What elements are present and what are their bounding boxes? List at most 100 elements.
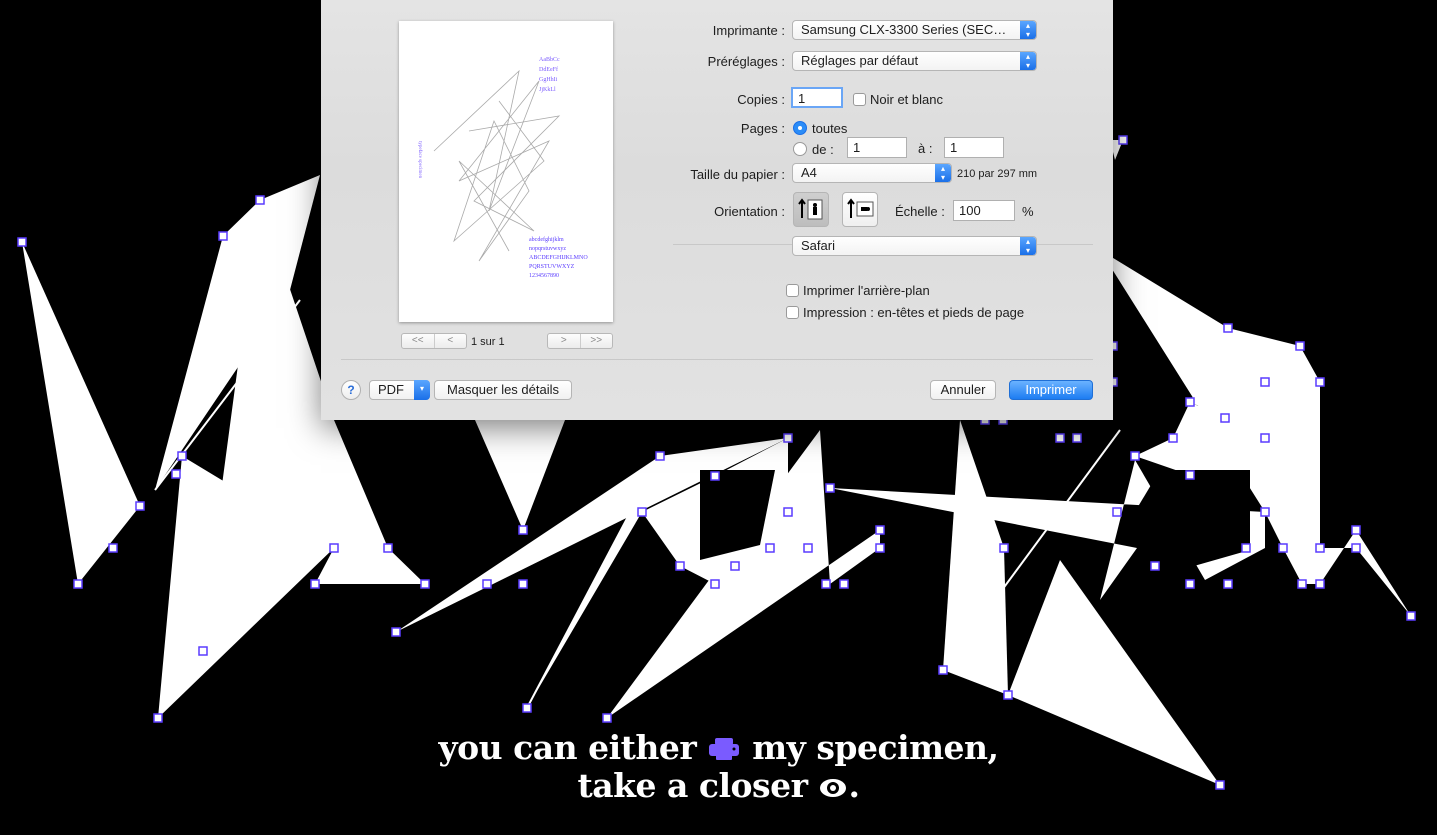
edit-handle[interactable]	[135, 501, 145, 511]
preview-line: PQRSTUVWXYZ	[529, 264, 575, 270]
edit-handle[interactable]	[730, 561, 740, 571]
edit-handle[interactable]	[1295, 341, 1305, 351]
last-page-button[interactable]: >>	[581, 334, 613, 348]
edit-handle[interactable]	[1260, 377, 1270, 387]
edit-handle[interactable]	[1072, 433, 1082, 443]
help-button[interactable]: ?	[341, 380, 361, 400]
edit-handle[interactable]	[482, 579, 492, 589]
edit-handle[interactable]	[420, 579, 430, 589]
portrait-button[interactable]	[793, 192, 829, 227]
app-options-select[interactable]: Safari ▴ ▾	[792, 236, 1037, 256]
edit-handle[interactable]	[1220, 413, 1230, 423]
print-button[interactable]: Imprimer	[1009, 380, 1093, 400]
edit-handle[interactable]	[637, 507, 647, 517]
edit-handle[interactable]	[602, 713, 612, 723]
edit-handle[interactable]	[875, 525, 885, 535]
edit-handle[interactable]	[1241, 543, 1251, 553]
print-background-checkbox[interactable]	[786, 284, 799, 297]
printer-icon[interactable]	[707, 731, 741, 770]
black-white-checkbox[interactable]	[853, 93, 866, 106]
edit-handle[interactable]	[518, 579, 528, 589]
edit-handle[interactable]	[1223, 323, 1233, 333]
headers-footers-checkbox[interactable]	[786, 306, 799, 319]
popup-arrows-icon: ▴ ▾	[935, 164, 951, 182]
paper-select[interactable]: A4 ▴ ▾	[792, 163, 952, 183]
scale-input[interactable]: 100	[953, 200, 1015, 221]
edit-handle[interactable]	[938, 665, 948, 675]
edit-handle[interactable]	[1260, 507, 1270, 517]
edit-handle[interactable]	[1130, 451, 1140, 461]
edit-handle[interactable]	[1351, 525, 1361, 535]
edit-handle[interactable]	[73, 579, 83, 589]
edit-handle[interactable]	[1297, 579, 1307, 589]
edit-handle[interactable]	[765, 543, 775, 553]
headers-footers-label: Impression : en-têtes et pieds de page	[803, 305, 1025, 320]
edit-handle[interactable]	[1185, 397, 1195, 407]
edit-handle[interactable]	[825, 483, 835, 493]
edit-handle[interactable]	[171, 469, 181, 479]
edit-handle[interactable]	[310, 579, 320, 589]
edit-handle[interactable]	[783, 507, 793, 517]
glyph-shape	[475, 420, 565, 530]
edit-handle[interactable]	[177, 451, 187, 461]
edit-handle[interactable]	[1406, 611, 1416, 621]
edit-handle[interactable]	[1315, 543, 1325, 553]
presets-value: Réglages par défaut	[801, 53, 919, 68]
edit-handle[interactable]	[875, 543, 885, 553]
copies-input[interactable]: 1	[791, 87, 843, 108]
edit-handle[interactable]	[655, 451, 665, 461]
edit-handle[interactable]	[783, 433, 793, 443]
edit-handle[interactable]	[1150, 561, 1160, 571]
eye-icon[interactable]	[818, 769, 848, 808]
edit-handle[interactable]	[710, 471, 720, 481]
cancel-button[interactable]: Annuler	[930, 380, 996, 400]
edit-handle[interactable]	[1185, 470, 1195, 480]
chevron-down-icon: ▾	[414, 380, 430, 400]
edit-handle[interactable]	[675, 561, 685, 571]
first-page-button[interactable]: <<	[402, 334, 435, 348]
edit-handle[interactable]	[1168, 433, 1178, 443]
edit-handle[interactable]	[803, 543, 813, 553]
edit-handle[interactable]	[198, 646, 208, 656]
edit-handle[interactable]	[522, 703, 532, 713]
edit-handle[interactable]	[1118, 135, 1128, 145]
edit-handle[interactable]	[391, 627, 401, 637]
edit-handle[interactable]	[1351, 543, 1361, 553]
edit-handle[interactable]	[108, 543, 118, 553]
paper-dimensions: 210 par 297 mm	[957, 168, 1038, 180]
edit-handle[interactable]	[821, 579, 831, 589]
edit-handle[interactable]	[255, 195, 265, 205]
edit-handle[interactable]	[1315, 377, 1325, 387]
edit-handle[interactable]	[999, 543, 1009, 553]
edit-handle[interactable]	[1003, 690, 1013, 700]
pages-from-label: de :	[812, 142, 834, 157]
prev-page-button[interactable]: <	[435, 334, 467, 348]
edit-handle[interactable]	[710, 579, 720, 589]
edit-handle[interactable]	[1223, 579, 1233, 589]
printer-select[interactable]: Samsung CLX-3300 Series (SEC… ▴ ▾	[792, 20, 1037, 40]
edit-handle[interactable]	[17, 237, 27, 247]
caption-line-2: take a closer .	[0, 766, 1437, 808]
pdf-menu-button[interactable]: PDF ▾	[369, 380, 430, 400]
landscape-button[interactable]	[842, 192, 878, 227]
edit-handle[interactable]	[329, 543, 339, 553]
edit-handle[interactable]	[383, 543, 393, 553]
edit-handle[interactable]	[839, 579, 849, 589]
edit-handle[interactable]	[218, 231, 228, 241]
presets-select[interactable]: Réglages par défaut ▴ ▾	[792, 51, 1037, 71]
edit-handle[interactable]	[1055, 433, 1065, 443]
pages-from-input[interactable]: 1	[847, 137, 907, 158]
edit-handle[interactable]	[1278, 543, 1288, 553]
edit-handle[interactable]	[153, 713, 163, 723]
glyph-shape	[22, 242, 140, 584]
hide-details-button[interactable]: Masquer les détails	[434, 380, 572, 400]
edit-handle[interactable]	[1315, 579, 1325, 589]
next-page-button[interactable]: >	[548, 334, 581, 348]
edit-handle[interactable]	[518, 525, 528, 535]
edit-handle[interactable]	[1112, 507, 1122, 517]
edit-handle[interactable]	[1185, 579, 1195, 589]
pages-all-radio[interactable]	[793, 121, 807, 135]
pages-range-radio[interactable]	[793, 142, 807, 156]
pages-to-input[interactable]: 1	[944, 137, 1004, 158]
edit-handle[interactable]	[1260, 433, 1270, 443]
